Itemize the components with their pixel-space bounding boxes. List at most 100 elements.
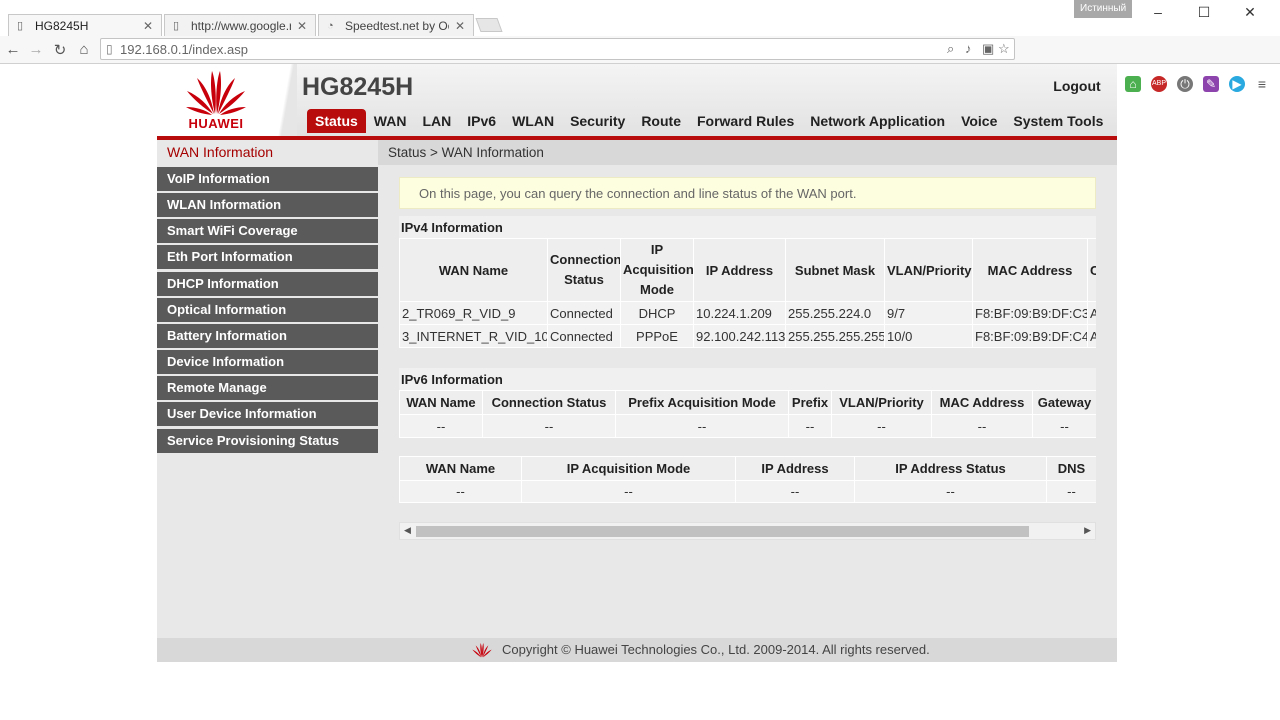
- nav-wan[interactable]: WAN: [366, 109, 415, 133]
- logout-link[interactable]: Logout: [1037, 78, 1117, 94]
- nav-system-tools[interactable]: System Tools: [1005, 109, 1111, 133]
- menu-icon[interactable]: ≡: [1254, 76, 1270, 92]
- play-extension-icon[interactable]: ▶: [1229, 76, 1245, 92]
- col-dns: DNS: [1046, 456, 1096, 481]
- nav-lan[interactable]: LAN: [414, 109, 459, 133]
- col-mac-address: MAC Address: [931, 390, 1033, 415]
- brand-text: HUAWEI: [188, 116, 244, 131]
- scrollbar-thumb[interactable]: [416, 526, 1029, 537]
- nav-status[interactable]: Status: [307, 109, 366, 133]
- cell-empty: --: [831, 414, 932, 438]
- translate-icon[interactable]: ▣: [982, 41, 994, 57]
- table-row[interactable]: 2_TR069_R_VID_9 Connected DHCP 10.224.1.…: [399, 301, 1096, 325]
- sidebar-item-service-provisioning-status[interactable]: Service Provisioning Status: [157, 429, 378, 453]
- minimize-icon[interactable]: –: [1148, 4, 1168, 20]
- cell-empty: --: [399, 480, 522, 503]
- cell-empty: --: [854, 480, 1047, 503]
- page-footer: Copyright © Huawei Technologies Co., Ltd…: [157, 638, 1117, 662]
- close-tab-icon[interactable]: ✕: [143, 19, 153, 33]
- sidebar-item-wan-information[interactable]: WAN Information: [157, 140, 378, 164]
- col-connection-status: Connection Status: [482, 390, 616, 415]
- scroll-right-arrow-icon[interactable]: ▶: [1084, 525, 1091, 536]
- info-notice: On this page, you can query the connecti…: [399, 177, 1096, 209]
- cell-ip-address: 92.100.242.113: [693, 324, 786, 348]
- nav-network-application[interactable]: Network Application: [802, 109, 953, 133]
- forward-icon[interactable]: →: [27, 41, 45, 58]
- col-vlan-priority: VLAN/Priority: [831, 390, 932, 415]
- scroll-left-arrow-icon[interactable]: ◀: [404, 525, 411, 536]
- zoom-icon[interactable]: ⌕: [947, 41, 954, 57]
- sidebar-item-remote-manage[interactable]: Remote Manage: [157, 376, 378, 400]
- sidebar-item-device-information[interactable]: Device Information: [157, 350, 378, 374]
- browser-tab-strip: ▯ HG8245H ✕ ▯ http://www.google.r ✕ ◔ Sp…: [0, 0, 1280, 36]
- nav-security[interactable]: Security: [562, 109, 633, 133]
- nav-route[interactable]: Route: [633, 109, 689, 133]
- ipv4-section-title: IPv4 Information: [399, 216, 1096, 238]
- copyright-text: Copyright © Huawei Technologies Co., Ltd…: [502, 642, 930, 657]
- sidebar-item-battery-information[interactable]: Battery Information: [157, 324, 378, 348]
- tab-hg8245h[interactable]: ▯ HG8245H ✕: [8, 14, 162, 36]
- close-window-icon[interactable]: ✕: [1240, 4, 1260, 21]
- table-header-row: WAN Name IP Acquisition Mode IP Address …: [399, 456, 1096, 481]
- cell-empty: --: [482, 414, 616, 438]
- url-text: 192.168.0.1/index.asp: [120, 42, 248, 57]
- cell-subnet-mask: 255.255.224.0: [785, 301, 885, 325]
- cell-empty: --: [931, 414, 1033, 438]
- ipv4-table: WAN Name Connection Status IP Acquisitio…: [399, 238, 1096, 348]
- cell-truncated: A: [1087, 324, 1096, 348]
- address-bar[interactable]: ▯ 192.168.0.1/index.asp ⌕ ♪ ▣ ☆: [100, 38, 1015, 60]
- close-tab-icon[interactable]: ✕: [455, 19, 465, 33]
- sidebar-item-wlan-information[interactable]: WLAN Information: [157, 193, 378, 217]
- nav-wlan[interactable]: WLAN: [504, 109, 562, 133]
- nav-voice[interactable]: Voice: [953, 109, 1005, 133]
- reload-icon[interactable]: ↻: [51, 41, 69, 59]
- cell-mac-address: F8:BF:09:B9:DF:C4: [972, 324, 1088, 348]
- new-tab-button[interactable]: [475, 18, 503, 32]
- sidebar-item-dhcp-information[interactable]: DHCP Information: [157, 272, 378, 296]
- house-extension-icon[interactable]: ⌂: [1125, 76, 1141, 92]
- sidebar: WAN Information VoIP Information WLAN In…: [157, 140, 378, 638]
- sidebar-item-voip-information[interactable]: VoIP Information: [157, 167, 378, 191]
- nav-forward-rules[interactable]: Forward Rules: [689, 109, 802, 133]
- cell-mac-address: F8:BF:09:B9:DF:C3: [972, 301, 1088, 325]
- sidebar-item-optical-information[interactable]: Optical Information: [157, 298, 378, 322]
- cell-connection-status: Connected: [547, 301, 621, 325]
- browser-toolbar: ← → ↻ ⌂ ▯ 192.168.0.1/index.asp ⌕ ♪ ▣ ☆ …: [0, 36, 1280, 92]
- sidebar-item-user-device-information[interactable]: User Device Information: [157, 402, 378, 426]
- profile-name[interactable]: Истинный: [1074, 0, 1133, 18]
- cell-wan-name: 3_INTERNET_R_VID_10: [399, 324, 548, 348]
- table-row[interactable]: -- -- -- -- --: [399, 480, 1096, 503]
- cell-truncated: A: [1087, 301, 1096, 325]
- table-header-row: WAN Name Connection Status IP Acquisitio…: [399, 238, 1096, 302]
- microphone-icon[interactable]: ♪: [965, 41, 972, 56]
- wan-tables-scroll-area[interactable]: IPv4 Information WAN Name Connection Sta…: [399, 216, 1096, 516]
- col-wan-name: WAN Name: [399, 238, 548, 302]
- cell-empty: --: [1046, 480, 1096, 503]
- adblock-icon[interactable]: ABP: [1151, 76, 1167, 92]
- close-tab-icon[interactable]: ✕: [297, 19, 307, 33]
- cell-subnet-mask: 255.255.255.255: [785, 324, 885, 348]
- nav-ipv6[interactable]: IPv6: [459, 109, 504, 133]
- power-extension-icon[interactable]: ⏻: [1177, 76, 1193, 92]
- ipv6-address-table: WAN Name IP Acquisition Mode IP Address …: [399, 456, 1096, 503]
- table-row[interactable]: 3_INTERNET_R_VID_10 Connected PPPoE 92.1…: [399, 324, 1096, 348]
- cell-empty: --: [521, 480, 736, 503]
- tab-speedtest[interactable]: ◔ Speedtest.net by Ool ✕: [318, 14, 474, 36]
- col-wan-name: WAN Name: [399, 390, 483, 415]
- tab-google[interactable]: ▯ http://www.google.r ✕: [164, 14, 316, 36]
- back-icon[interactable]: ←: [4, 41, 22, 58]
- maximize-icon[interactable]: ☐: [1194, 4, 1214, 21]
- cell-empty: --: [399, 414, 483, 438]
- router-admin-page: HUAWEI HG8245H Logout Status WAN LAN IPv…: [157, 64, 1117, 662]
- horizontal-scrollbar[interactable]: ◀ ▶: [399, 522, 1096, 540]
- col-subnet-mask: Subnet Mask: [785, 238, 885, 302]
- bookmark-star-icon[interactable]: ☆: [998, 41, 1010, 57]
- sidebar-item-eth-port-information[interactable]: Eth Port Information: [157, 245, 378, 269]
- sidebar-item-smart-wifi-coverage[interactable]: Smart WiFi Coverage: [157, 219, 378, 243]
- table-row[interactable]: -- -- -- -- -- -- --: [399, 414, 1096, 438]
- page-icon: ▯: [17, 19, 24, 32]
- cell-wan-name: 2_TR069_R_VID_9: [399, 301, 548, 325]
- header-divider: [275, 64, 297, 136]
- pen-extension-icon[interactable]: ✎: [1203, 76, 1219, 92]
- home-icon[interactable]: ⌂: [75, 41, 93, 58]
